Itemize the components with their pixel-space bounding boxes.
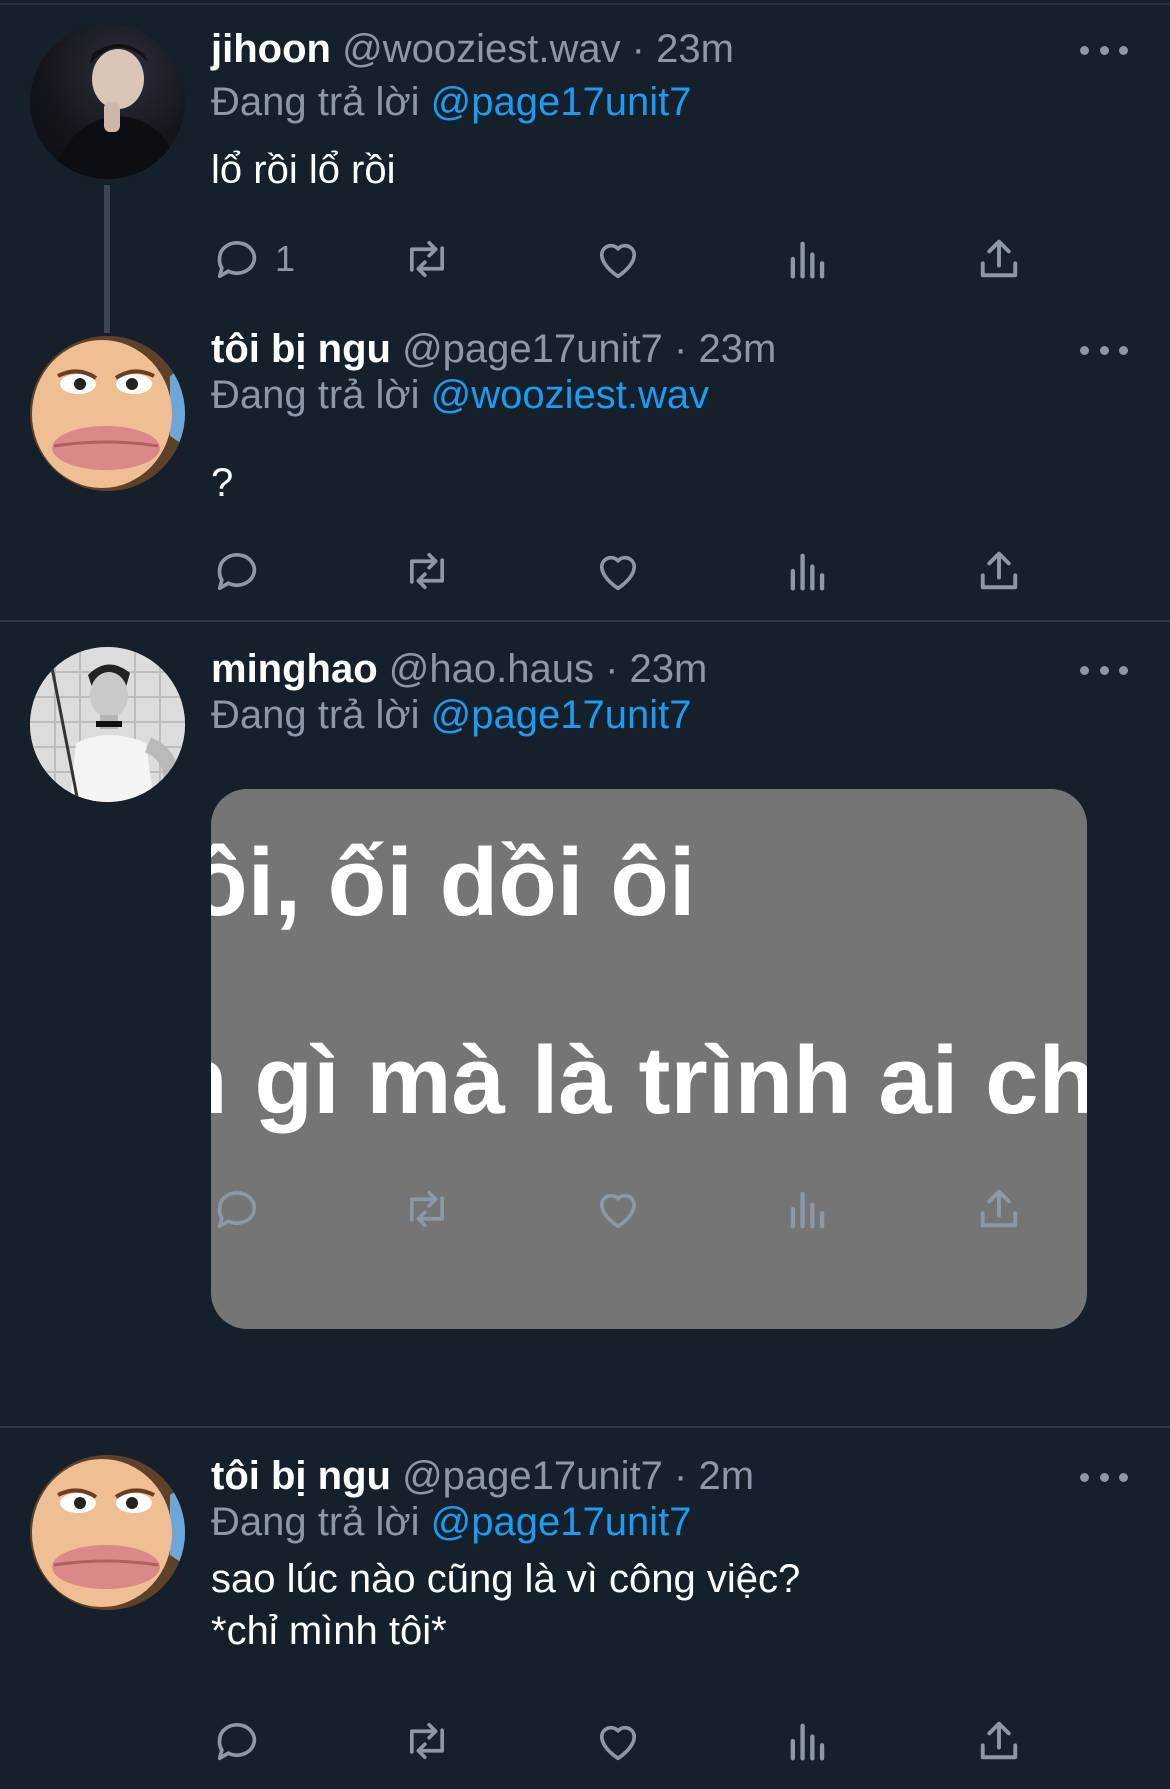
action-bar: 1: [211, 229, 1031, 289]
replying-to: Đang trả lời @page17unit7: [211, 79, 692, 125]
views-icon: [790, 1723, 825, 1761]
avatar[interactable]: [30, 1455, 185, 1610]
like-button[interactable]: [592, 541, 644, 601]
tweet-header: jihoon @wooziest.wav · 23m: [211, 26, 734, 72]
handle-time: @hao.haus · 23m: [388, 647, 708, 691]
tweet-toi-bi-ngu-2[interactable]: tôi bị ngu @page17unit7 · 2m Đang trả lờ…: [0, 1428, 1170, 1789]
tweet-text: sao lúc nào cũng là vì công việc? *chỉ m…: [211, 1557, 801, 1653]
replying-prefix: Đang trả lời: [211, 1500, 420, 1544]
share-button[interactable]: [973, 1179, 1025, 1239]
like-button[interactable]: [592, 1711, 644, 1771]
mention-link[interactable]: @page17unit7: [431, 80, 692, 124]
reply-icon: [217, 1722, 257, 1761]
more-icon[interactable]: [1080, 40, 1128, 60]
heart-icon: [599, 1193, 637, 1229]
mention-link[interactable]: @wooziest.wav: [431, 373, 709, 417]
display-name[interactable]: jihoon: [211, 27, 331, 71]
tweet-media-image[interactable]: ồi, ối dồi ôi n gì mà là trình ai châ: [211, 789, 1087, 1329]
like-button[interactable]: [592, 229, 644, 289]
tweet-jihoon[interactable]: jihoon @wooziest.wav · 23m Đang trả lời …: [0, 0, 1170, 333]
share-button[interactable]: [973, 1711, 1025, 1771]
thread-line: [104, 185, 110, 333]
action-bar: [211, 1179, 1031, 1239]
handle-time: @page17unit7 · 23m: [402, 327, 777, 371]
avatar-photo: [50, 44, 180, 179]
reply-button[interactable]: [211, 1179, 263, 1239]
reply-icon: [217, 1190, 257, 1229]
tweet-text: ?: [211, 461, 234, 505]
replying-to: Đang trả lời @wooziest.wav: [211, 372, 709, 418]
replying-prefix: Đang trả lời: [211, 80, 420, 124]
retweet-button[interactable]: [401, 1179, 453, 1239]
heart-icon: [599, 1725, 637, 1761]
avatar-photo: [30, 647, 185, 802]
share-icon: [980, 239, 1018, 278]
views-icon: [790, 1191, 825, 1229]
replying-prefix: Đang trả lời: [211, 373, 420, 417]
avatar-photo: [30, 336, 185, 491]
media-text-line-1: ồi, ối dồi ôi: [211, 829, 696, 936]
heart-icon: [599, 243, 637, 279]
retweet-icon: [409, 552, 445, 590]
more-icon[interactable]: [1080, 340, 1128, 360]
like-button[interactable]: [592, 1179, 644, 1239]
share-button[interactable]: [973, 229, 1025, 289]
tweet-text: lổ rồi lổ rồi: [211, 148, 396, 192]
share-icon: [980, 1721, 1018, 1760]
reply-count: 1: [275, 238, 296, 279]
reply-icon: [217, 552, 257, 591]
display-name[interactable]: tôi bị ngu: [211, 327, 391, 371]
retweet-button[interactable]: [401, 229, 453, 289]
tweet-header: minghao @hao.haus · 23m: [211, 646, 707, 692]
share-icon: [980, 551, 1018, 590]
retweet-icon: [409, 240, 445, 278]
display-name[interactable]: tôi bị ngu: [211, 1454, 391, 1498]
tweet-header: tôi bị ngu @page17unit7 · 2m: [211, 1453, 754, 1499]
replying-prefix: Đang trả lời: [211, 693, 420, 737]
reply-icon: [217, 240, 257, 279]
tweet-header: tôi bị ngu @page17unit7 · 23m: [211, 326, 776, 372]
avatar[interactable]: [30, 647, 185, 802]
tweet-toi-bi-ngu-1[interactable]: tôi bị ngu @page17unit7 · 23m Đang trả l…: [0, 327, 1170, 620]
more-icon[interactable]: [1080, 1467, 1128, 1487]
views-button[interactable]: [782, 541, 834, 601]
heart-icon: [599, 555, 637, 591]
views-icon: [790, 241, 825, 279]
tweet-minghao[interactable]: minghao @hao.haus · 23m Đang trả lời @pa…: [0, 622, 1170, 1428]
views-button[interactable]: [782, 229, 834, 289]
reply-button[interactable]: [211, 541, 263, 601]
media-text-line-2: n gì mà là trình ai châ: [211, 1027, 1087, 1134]
views-button[interactable]: [782, 1179, 834, 1239]
views-icon: [790, 553, 825, 591]
replying-to: Đang trả lời @page17unit7: [211, 692, 692, 738]
display-name[interactable]: minghao: [211, 647, 378, 691]
retweet-icon: [409, 1722, 445, 1760]
mention-link[interactable]: @page17unit7: [431, 693, 692, 737]
handle-time: @page17unit7 · 2m: [402, 1454, 755, 1498]
share-icon: [980, 1189, 1018, 1228]
retweet-button[interactable]: [401, 1711, 453, 1771]
views-button[interactable]: [782, 1711, 834, 1771]
avatar[interactable]: [30, 24, 185, 179]
reply-button[interactable]: [211, 1711, 263, 1771]
more-icon[interactable]: [1080, 660, 1128, 680]
mention-link[interactable]: @page17unit7: [431, 1500, 692, 1544]
avatar-photo: [30, 1455, 185, 1610]
handle-time: @wooziest.wav · 23m: [342, 27, 734, 71]
action-bar: [211, 1711, 1031, 1771]
share-button[interactable]: [973, 541, 1025, 601]
avatar[interactable]: [30, 336, 185, 491]
action-bar: [211, 541, 1031, 601]
retweet-button[interactable]: [401, 541, 453, 601]
retweet-icon: [409, 1190, 445, 1228]
replying-to: Đang trả lời @page17unit7: [211, 1499, 692, 1545]
reply-button[interactable]: 1: [211, 229, 295, 289]
